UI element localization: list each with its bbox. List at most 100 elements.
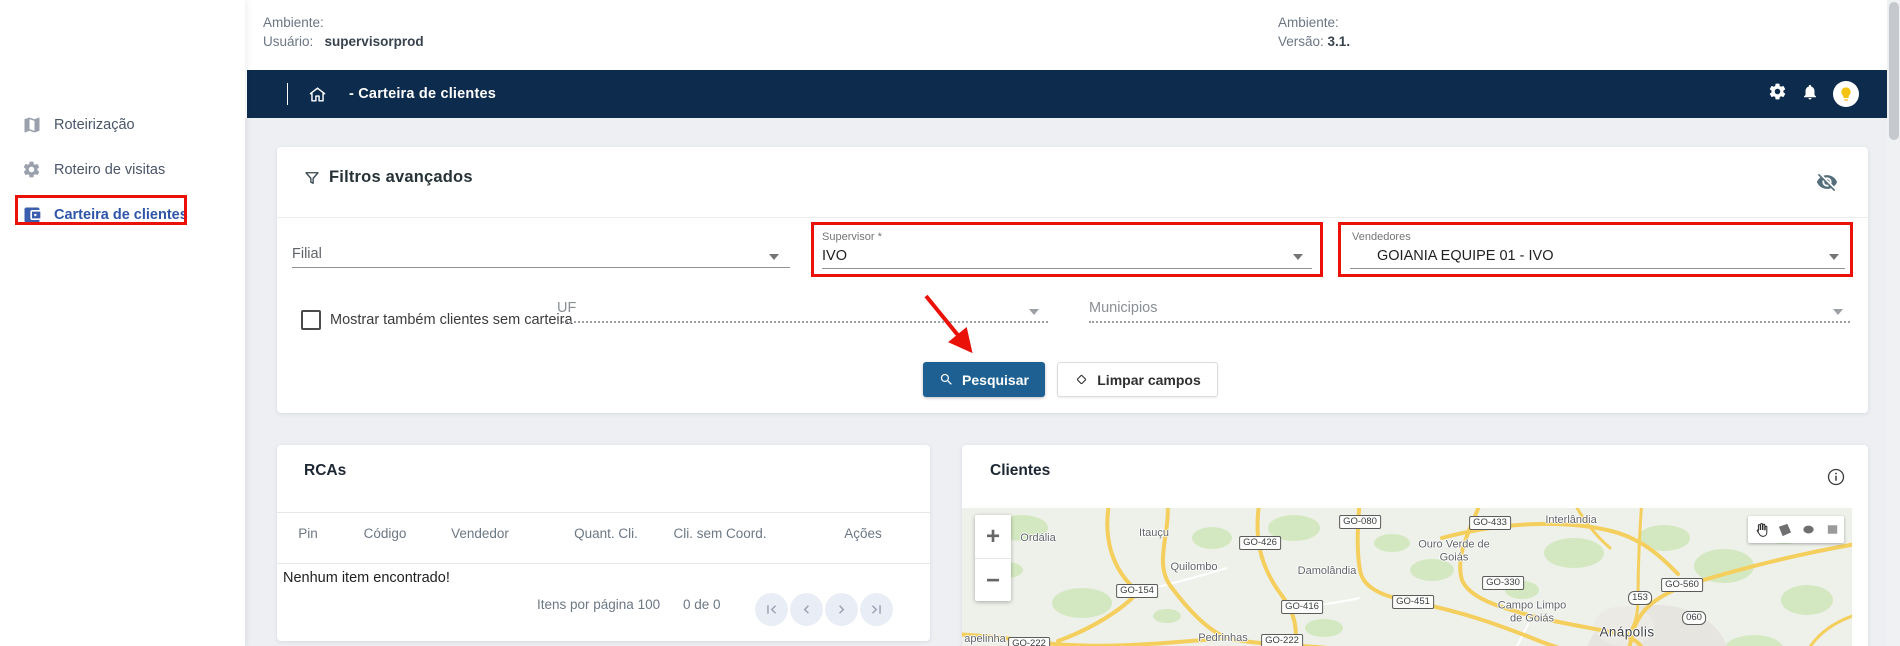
road-badge: 060 xyxy=(1682,611,1706,625)
rectangle-tool-icon[interactable] xyxy=(1820,516,1844,543)
supervisor-label: Supervisor * xyxy=(822,231,882,243)
page-range: 0 de 0 xyxy=(683,597,721,612)
road-badge: GO-222 xyxy=(1261,634,1303,646)
map-place-label: Pedrinhas xyxy=(1198,632,1248,644)
vendedores-underline xyxy=(1350,268,1845,269)
usuario-label: Usuário: xyxy=(263,34,314,49)
eye-off-icon[interactable] xyxy=(1816,171,1838,198)
chevron-down-icon[interactable] xyxy=(1829,254,1839,260)
sidebar-item-label: Carteira de clientes xyxy=(54,207,188,223)
filial-underline xyxy=(292,267,790,268)
breadcrumb-bar: - Carteira de clientes xyxy=(247,70,1887,118)
road-badge: GO-416 xyxy=(1281,600,1323,614)
sidebar-item-carteira-de-clientes[interactable]: Carteira de clientes xyxy=(0,198,245,232)
items-per-page-value[interactable]: 100 xyxy=(638,597,661,612)
road-badge: GO-080 xyxy=(1339,515,1381,529)
chevron-down-icon[interactable] xyxy=(769,254,779,260)
funnel-icon xyxy=(303,169,321,192)
uf-underline xyxy=(557,321,1048,323)
sidebar-item-label: Roteiro de visitas xyxy=(54,162,166,178)
app-window: Ambiente: Usuário: supervisorprod Ambien… xyxy=(0,0,1900,646)
ambiente-label-right: Ambiente: xyxy=(1278,15,1339,30)
filial-select[interactable]: Filial xyxy=(292,246,322,262)
road-badge: GO-222 xyxy=(1008,637,1050,646)
scrollbar-track[interactable] xyxy=(1887,0,1900,646)
rcas-title: RCAs xyxy=(304,462,347,479)
empty-message: Nenhum item encontrado! xyxy=(283,570,450,586)
chevron-down-icon[interactable] xyxy=(1029,309,1039,315)
municipios-select[interactable]: Municipios xyxy=(1089,300,1158,316)
column-header-pin: Pin xyxy=(298,526,318,541)
pesquisar-button-label: Pesquisar xyxy=(962,371,1029,388)
chevron-down-icon[interactable] xyxy=(1833,309,1843,315)
road-badge: GO-451 xyxy=(1392,595,1434,609)
map-place-label: Campo Limpo de Goiás xyxy=(1497,599,1567,624)
road-badge: GO-330 xyxy=(1482,576,1524,590)
sidebar-item-roteirizacao[interactable]: Roteirização xyxy=(0,108,245,142)
first-page-button[interactable] xyxy=(755,593,788,626)
versao-label: Versão: xyxy=(1278,34,1324,49)
rcas-card: RCAs Pin Código Vendedor Quant. Cli. Cli… xyxy=(277,445,930,641)
clientes-title: Clientes xyxy=(990,462,1051,479)
scrollbar-thumb[interactable] xyxy=(1889,2,1899,140)
gear-icon xyxy=(22,160,42,180)
column-header-quant-cli: Quant. Cli. xyxy=(574,526,638,541)
filters-title: Filtros avançados xyxy=(329,168,473,186)
magnifier-icon xyxy=(940,373,952,385)
filters-header: Filtros avançados xyxy=(277,147,1868,218)
prev-page-button[interactable] xyxy=(790,593,823,626)
sidebar-item-roteiro-de-visitas[interactable]: Roteiro de visitas xyxy=(0,153,245,187)
limpar-campos-button[interactable]: Limpar campos xyxy=(1057,362,1218,397)
clientes-map[interactable]: + − Ordália Itauçu Quilombo Damolândia Ouro … xyxy=(962,508,1852,646)
map-zoom-control: + − xyxy=(975,515,1011,601)
wallet-icon xyxy=(22,205,42,225)
divider xyxy=(277,563,930,564)
last-page-button[interactable] xyxy=(860,593,893,626)
gear-icon[interactable] xyxy=(1768,82,1787,106)
chevron-down-icon[interactable] xyxy=(1293,254,1303,260)
navbar-actions xyxy=(1768,81,1859,107)
zoom-out-button[interactable]: − xyxy=(975,559,1011,602)
next-page-button[interactable] xyxy=(825,593,858,626)
sem-carteira-checkbox[interactable] xyxy=(301,310,321,330)
filters-card: Filtros avançados Filial Supervisor * IV… xyxy=(277,147,1868,413)
map-place-label: Interlândia xyxy=(1545,514,1597,526)
road-badge: GO-560 xyxy=(1661,578,1703,592)
column-header-acoes: Ações xyxy=(844,526,882,541)
clientes-card: Clientes + − Ordália Itauçu Quilombo Dam… xyxy=(962,445,1868,646)
zoom-in-button[interactable]: + xyxy=(975,515,1011,558)
municipios-underline xyxy=(1089,321,1850,323)
vendedores-select[interactable]: GOIANIA EQUIPE 01 - IVO xyxy=(1377,248,1553,264)
environment-info-left: Ambiente: Usuário: supervisorprod xyxy=(263,13,424,51)
pesquisar-button[interactable]: Pesquisar xyxy=(923,362,1045,397)
versao-row: Versão: 3.1. xyxy=(1278,32,1350,51)
map-place-label: apelinha xyxy=(964,633,1006,645)
eraser-icon xyxy=(1077,374,1087,385)
user-avatar[interactable] xyxy=(1833,81,1859,107)
bell-icon[interactable] xyxy=(1801,83,1819,106)
map-canvas xyxy=(962,508,1852,646)
breadcrumb-separator xyxy=(287,83,288,105)
road-badge: GO-433 xyxy=(1469,516,1511,530)
sem-carteira-checkbox-label: Mostrar também clientes sem carteira xyxy=(330,312,573,328)
column-header-vendedor: Vendedor xyxy=(451,526,509,541)
sidebar-item-label: Roteirização xyxy=(54,117,135,133)
map-route-icon xyxy=(22,115,42,135)
uf-select[interactable]: UF xyxy=(557,300,576,316)
map-place-label: Ouro Verde de Goiás xyxy=(1418,538,1490,563)
ambiente-label: Ambiente: xyxy=(263,15,324,30)
info-icon[interactable] xyxy=(1826,467,1846,492)
limpar-campos-button-label: Limpar campos xyxy=(1097,371,1201,388)
supervisor-underline xyxy=(822,268,1312,269)
map-drawing-tools xyxy=(1748,516,1844,543)
column-header-cli-sem-coord: Cli. sem Coord. xyxy=(673,526,767,541)
pan-hand-icon[interactable] xyxy=(1748,516,1772,543)
column-header-codigo: Código xyxy=(363,526,407,541)
ellipse-tool-icon[interactable] xyxy=(1796,516,1820,543)
home-icon[interactable] xyxy=(308,85,327,104)
vendedores-label: Vendedores xyxy=(1352,231,1411,243)
supervisor-select[interactable]: IVO xyxy=(822,248,847,264)
road-badge: 153 xyxy=(1628,591,1652,605)
polygon-tool-icon[interactable] xyxy=(1772,516,1796,543)
divider xyxy=(277,512,930,513)
